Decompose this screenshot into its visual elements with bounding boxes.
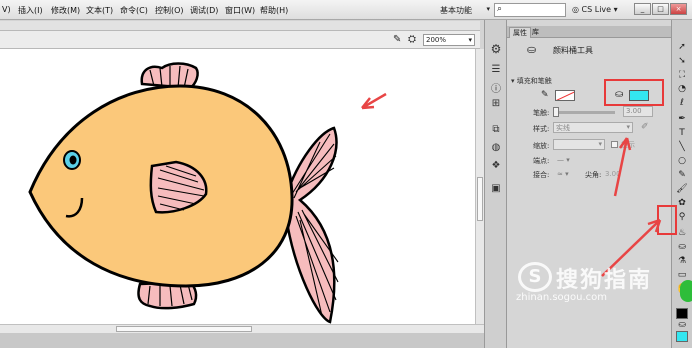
chevron-down-icon: ▾ bbox=[486, 5, 490, 13]
free-transform-tool-icon[interactable]: ⛶ bbox=[675, 70, 689, 80]
pencil-icon: ✎ bbox=[541, 90, 549, 100]
zoom-value: 200% bbox=[426, 36, 447, 44]
eraser-tool-icon[interactable]: ▭ bbox=[675, 270, 689, 280]
properties-tab-bar: 属性 库 bbox=[507, 26, 672, 38]
miter-label: 尖角: bbox=[585, 171, 602, 179]
edit-bar: ✎ ⛭ 200% ▾ bbox=[0, 31, 480, 49]
menu-help[interactable]: 帮助(H) bbox=[260, 5, 288, 16]
window-controls: _ □ × bbox=[633, 3, 687, 15]
selection-tool-icon[interactable]: ➚ bbox=[675, 42, 689, 52]
vertical-scrollbar[interactable] bbox=[475, 49, 484, 324]
line-tool-icon[interactable]: ╲ bbox=[675, 142, 689, 152]
section-header-fill-stroke[interactable]: ▾ 填充和笔触 bbox=[511, 76, 552, 86]
style-value: 实线 bbox=[556, 124, 570, 132]
join-label: 接合: bbox=[533, 171, 550, 179]
edit-scene-icon[interactable]: ⛭ bbox=[408, 34, 416, 45]
paint-bucket-icon: ⛀ bbox=[527, 43, 537, 56]
oval-tool-icon[interactable]: ○ bbox=[675, 156, 689, 166]
maximize-button[interactable]: □ bbox=[652, 3, 669, 15]
code-snippets-icon[interactable]: ▣ bbox=[490, 183, 502, 194]
motion-presets-icon[interactable]: ❖ bbox=[490, 160, 502, 171]
fill-bucket-icon: ⛀ bbox=[678, 320, 686, 330]
menu-insert[interactable]: 插入(I) bbox=[18, 5, 43, 16]
stroke-slider-handle[interactable] bbox=[553, 107, 559, 117]
stroke-color-chip[interactable] bbox=[676, 308, 688, 319]
text-tool-icon[interactable]: T bbox=[675, 128, 689, 138]
tab-properties[interactable]: 属性 bbox=[509, 27, 531, 38]
cs-live-icon: ◎ bbox=[572, 5, 579, 14]
lasso-tool-icon[interactable]: ℓ bbox=[675, 98, 689, 108]
cap-select[interactable]: — ▾ bbox=[557, 156, 570, 164]
join-select[interactable]: ≈ ▾ bbox=[557, 170, 569, 178]
paint-bucket-tool-icon[interactable]: ⛀ bbox=[675, 242, 689, 252]
components-icon[interactable]: ◍ bbox=[490, 142, 502, 153]
menu-control[interactable]: 控制(O) bbox=[155, 5, 184, 16]
help-search-input[interactable]: ⌕ bbox=[494, 3, 566, 17]
stroke-size-field[interactable]: 3.00 bbox=[623, 106, 653, 117]
menu-bar: V) 插入(I) 修改(M) 文本(T) 命令(C) 控制(O) 调试(D) 窗… bbox=[0, 0, 692, 20]
workspace-selector[interactable]: 基本功能 ▾ bbox=[440, 3, 490, 17]
cap-label: 端点: bbox=[533, 157, 550, 165]
pen-tool-icon[interactable]: ✒ bbox=[675, 114, 689, 124]
minimize-button[interactable]: _ bbox=[634, 3, 651, 15]
workspace-label: 基本功能 bbox=[440, 6, 472, 15]
chevron-down-icon: ▾ bbox=[613, 5, 618, 14]
info-icon[interactable]: ⓘ bbox=[490, 80, 502, 95]
annotation-arrow bbox=[613, 137, 632, 197]
section-title: 填充和笔触 bbox=[516, 77, 552, 85]
properties-panel: 属性 库 ⛀ 颜料桶工具 ▾ 填充和笔触 ✎ ⛀ 笔触: 3.00 样式: 实线… bbox=[506, 20, 672, 348]
chevron-down-icon: ▾ bbox=[468, 36, 472, 44]
edit-style-icon[interactable]: ✐ bbox=[641, 122, 649, 132]
stage-canvas[interactable] bbox=[0, 49, 475, 324]
menu-commands[interactable]: 命令(C) bbox=[120, 5, 148, 16]
menu-debug[interactable]: 调试(D) bbox=[190, 5, 218, 16]
scale-select[interactable]: ▾ bbox=[553, 139, 605, 150]
menu-modify[interactable]: 修改(M) bbox=[51, 5, 80, 16]
ink-bottle-tool-icon[interactable]: ♨ bbox=[675, 228, 689, 238]
eyedropper-tool-icon[interactable]: ⚗ bbox=[675, 256, 689, 266]
3d-rotation-tool-icon[interactable]: ◔ bbox=[675, 84, 689, 94]
scale-label: 缩放: bbox=[533, 142, 550, 150]
bone-tool-icon[interactable]: ⚲ bbox=[675, 212, 689, 222]
pencil-tool-icon[interactable]: ✎ bbox=[675, 170, 689, 180]
tool-title: 颜料桶工具 bbox=[553, 46, 593, 55]
annotation-arrow bbox=[601, 218, 662, 277]
history-icon[interactable]: ⧉ bbox=[490, 124, 502, 135]
edit-symbol-icon[interactable]: ✎ bbox=[393, 34, 401, 45]
color-icon[interactable]: ⚙ bbox=[490, 42, 502, 56]
close-button[interactable]: × bbox=[670, 3, 687, 15]
menu-view[interactable]: V) bbox=[2, 5, 11, 14]
floating-badge bbox=[680, 280, 692, 302]
search-icon: ⌕ bbox=[497, 4, 503, 14]
menu-text[interactable]: 文本(T) bbox=[86, 5, 113, 16]
fish-drawing bbox=[28, 62, 387, 324]
tab-library[interactable]: 库 bbox=[529, 27, 542, 38]
vertical-scroll-thumb[interactable] bbox=[477, 177, 483, 221]
chevron-down-icon: ▾ bbox=[598, 140, 602, 148]
timeline-edge bbox=[0, 333, 484, 348]
horizontal-scrollbar[interactable] bbox=[0, 324, 484, 333]
cs-live-button[interactable]: ◎ CS Live ▾ bbox=[572, 5, 618, 14]
annotation-arrow bbox=[361, 92, 387, 110]
deco-tool-icon[interactable]: ✿ bbox=[675, 198, 689, 208]
panel-icon-strip: ⚙ ☰ ⓘ ⊞ ⧉ ◍ ❖ ▣ bbox=[484, 20, 506, 348]
cs-live-label: CS Live bbox=[581, 5, 612, 14]
menu-window[interactable]: 窗口(W) bbox=[225, 5, 255, 16]
highlight-fill-color bbox=[604, 79, 664, 106]
stroke-color-swatch[interactable] bbox=[555, 90, 575, 101]
fill-color-chip[interactable] bbox=[676, 331, 688, 342]
transform-icon[interactable]: ⊞ bbox=[490, 98, 502, 109]
align-icon[interactable]: ☰ bbox=[490, 64, 502, 75]
stroke-label: 笔触: bbox=[533, 109, 550, 117]
subselection-tool-icon[interactable]: ➘ bbox=[675, 56, 689, 66]
zoom-select[interactable]: 200% ▾ bbox=[423, 34, 475, 46]
stroke-slider[interactable] bbox=[555, 111, 615, 114]
horizontal-scroll-thumb[interactable] bbox=[116, 326, 252, 332]
style-label: 样式: bbox=[533, 125, 550, 133]
document-tab-bar bbox=[0, 21, 480, 31]
brush-tool-icon[interactable]: 🖌 bbox=[675, 184, 689, 194]
